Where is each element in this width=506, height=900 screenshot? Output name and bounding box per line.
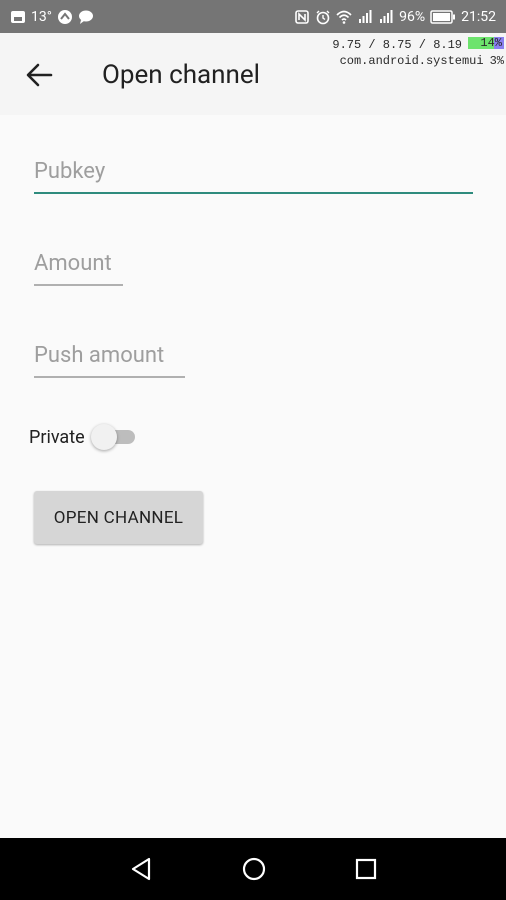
status-bar: 13° 96% 21:52 <box>0 0 506 33</box>
switch-thumb <box>90 424 117 450</box>
battery-icon <box>430 10 456 24</box>
pubkey-field[interactable]: Pubkey <box>34 158 473 194</box>
push-amount-hint: Push amount <box>34 343 165 368</box>
process-name: com.android.systemui <box>339 54 484 68</box>
load-text: 9.75 / 8.75 / 8.19 <box>332 38 462 52</box>
home-circle-icon[interactable] <box>240 855 268 883</box>
recents-square-icon[interactable] <box>352 855 380 883</box>
load-row: 9.75 / 8.75 / 8.19 14% <box>332 36 504 54</box>
process-row: com.android.systemui 3% <box>332 54 504 69</box>
load-value: 14% <box>480 36 502 50</box>
push-amount-field[interactable]: Push amount <box>34 342 185 378</box>
alarm-icon <box>316 10 330 25</box>
load-meter: 14% <box>468 36 504 54</box>
weather-icon <box>57 10 72 24</box>
page-title: Open channel <box>102 60 260 90</box>
open-channel-button[interactable]: OPEN CHANNEL <box>34 491 203 544</box>
back-arrow-icon[interactable] <box>24 60 54 90</box>
private-switch[interactable] <box>90 424 137 450</box>
status-bar-left: 13° <box>10 8 94 26</box>
process-value: 3% <box>489 54 504 68</box>
amount-underline <box>34 284 123 286</box>
pubkey-hint: Pubkey <box>34 159 106 184</box>
nfc-icon <box>295 10 309 24</box>
chat-icon <box>78 10 93 24</box>
amount-hint: Amount <box>34 251 112 276</box>
pubkey-underline <box>34 192 473 194</box>
push-amount-underline <box>34 376 185 378</box>
private-label: Private <box>29 426 85 448</box>
amount-field[interactable]: Amount <box>34 250 123 286</box>
clock: 21:52 <box>461 9 496 25</box>
status-bar-right: 96% 21:52 <box>294 8 496 26</box>
temperature: 13° <box>31 9 52 25</box>
wifi-icon <box>336 10 352 24</box>
debug-overlay: 9.75 / 8.75 / 8.19 14% com.android.syste… <box>332 36 504 69</box>
navigation-bar <box>0 838 506 900</box>
notification-app-icon <box>11 11 25 23</box>
signal-icon-sim2 <box>380 10 393 23</box>
signal-icon-sim1 <box>359 10 372 23</box>
battery-percent: 96% <box>399 9 426 25</box>
back-triangle-icon[interactable] <box>128 855 156 883</box>
private-switch-row: Private <box>29 424 137 450</box>
